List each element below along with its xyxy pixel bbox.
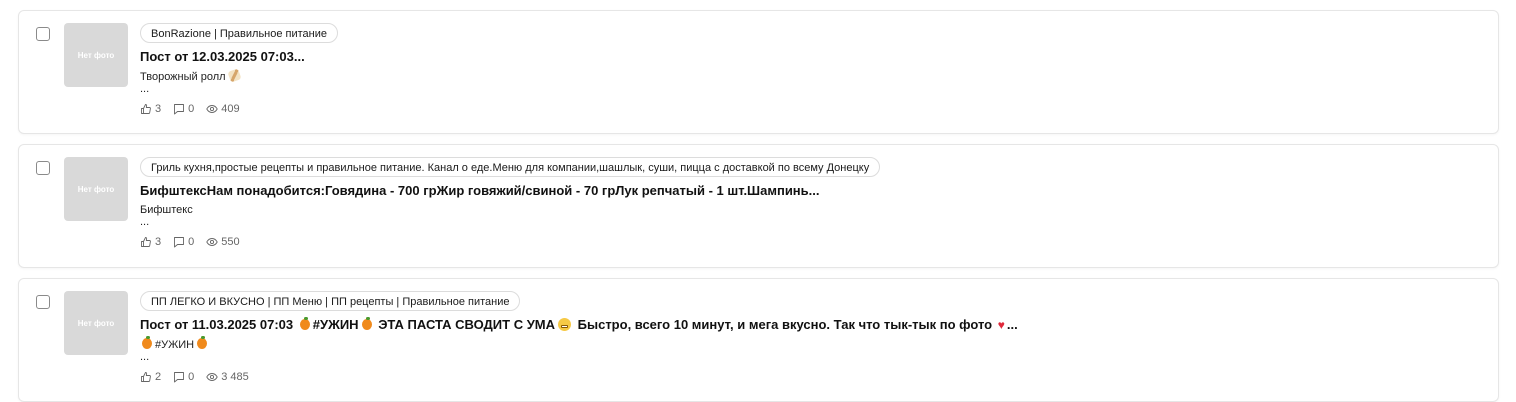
heart-emoji-icon: ♥ — [997, 318, 1005, 332]
eye-icon — [206, 105, 218, 113]
no-photo-label: Нет фото — [77, 50, 115, 60]
title-part: #УЖИН — [312, 317, 359, 332]
no-photo-label: Нет фото — [77, 184, 115, 194]
grinning-face-emoji-icon — [558, 318, 572, 331]
tangerine-emoji-icon — [142, 336, 152, 349]
excerpt-text: #УЖИН — [155, 339, 195, 351]
views-stat: 550 — [206, 236, 240, 248]
post-content: BonRazione | Правильное питание Пост от … — [140, 23, 1486, 116]
channel-badge[interactable]: BonRazione | Правильное питание — [140, 23, 339, 43]
likes-stat: 3 — [140, 236, 161, 248]
views-count: 3 485 — [221, 371, 249, 383]
thumbs-up-icon — [141, 372, 151, 382]
comments-count: 0 — [188, 371, 195, 383]
post-stats: 3 0 409 — [140, 102, 1486, 116]
tangerine-emoji-icon — [197, 336, 208, 349]
likes-count: 3 — [155, 103, 162, 115]
post-thumbnail: Нет фото — [64, 23, 128, 87]
comment-icon — [174, 237, 185, 248]
views-count: 409 — [221, 103, 240, 115]
select-checkbox[interactable] — [36, 295, 50, 309]
title-part: Быстро, всего 10 минут, и мега вкусно. Т… — [577, 317, 993, 332]
post-title[interactable]: Пост от 12.03.2025 07:03... — [140, 48, 1486, 66]
select-checkbox[interactable] — [36, 27, 50, 41]
comments-stat: 0 — [173, 236, 194, 248]
post-content: ПП ЛЕГКО И ВКУСНО | ПП Меню | ПП рецепты… — [140, 291, 1486, 384]
channel-badge[interactable]: Гриль кухня,простые рецепты и правильное… — [140, 157, 881, 177]
tangerine-emoji-icon — [361, 317, 372, 330]
comment-icon — [174, 104, 185, 115]
likes-count: 3 — [155, 236, 162, 248]
title-part: ... — [1006, 317, 1018, 332]
roll-emoji-icon — [227, 68, 242, 83]
select-checkbox[interactable] — [36, 161, 50, 175]
thumbs-up-icon — [141, 104, 151, 114]
post-card[interactable]: Нет фото Гриль кухня,простые рецепты и п… — [18, 144, 1499, 268]
excerpt-ellipsis: ... — [140, 351, 150, 363]
comment-icon — [174, 372, 185, 383]
thumbs-up-icon — [141, 237, 151, 247]
eye-icon — [206, 373, 218, 381]
views-count: 550 — [221, 236, 240, 248]
post-card[interactable]: Нет фото BonRazione | Правильное питание… — [18, 10, 1499, 134]
tangerine-emoji-icon — [299, 317, 310, 330]
post-title[interactable]: БифштексНам понадобится:Говядина - 700 г… — [140, 182, 1486, 200]
likes-stat: 2 — [140, 371, 161, 383]
post-card[interactable]: Нет фото ПП ЛЕГКО И ВКУСНО | ПП Меню | П… — [18, 278, 1499, 402]
no-photo-label: Нет фото — [77, 318, 115, 328]
post-thumbnail: Нет фото — [64, 291, 128, 355]
excerpt-text: Творожный ролл — [140, 71, 226, 83]
post-thumbnail: Нет фото — [64, 157, 128, 221]
post-stats: 2 0 3 485 — [140, 370, 1486, 384]
comments-stat: 0 — [173, 371, 194, 383]
comments-stat: 0 — [173, 103, 194, 115]
post-content: Гриль кухня,простые рецепты и правильное… — [140, 157, 1486, 249]
excerpt-ellipsis: ... — [140, 216, 150, 228]
post-excerpt: #УЖИН — [140, 336, 1486, 352]
title-part: Пост от 11.03.2025 07:03 — [140, 317, 294, 332]
post-stats: 3 0 550 — [140, 235, 1486, 249]
comments-count: 0 — [188, 236, 195, 248]
eye-icon — [206, 238, 218, 246]
likes-stat: 3 — [140, 103, 161, 115]
views-stat: 3 485 — [206, 371, 249, 383]
views-stat: 409 — [206, 103, 240, 115]
likes-count: 2 — [155, 371, 162, 383]
title-part: ЭТА ПАСТА СВОДИТ С УМА — [378, 317, 556, 332]
post-excerpt: Творожный ролл — [140, 68, 1486, 84]
comments-count: 0 — [188, 103, 195, 115]
excerpt-ellipsis: ... — [140, 83, 150, 95]
post-excerpt: Бифштекс — [140, 204, 193, 216]
post-title[interactable]: Пост от 11.03.2025 07:03 #УЖИН ЭТА ПАСТА… — [140, 316, 1486, 334]
channel-badge[interactable]: ПП ЛЕГКО И ВКУСНО | ПП Меню | ПП рецепты… — [140, 291, 521, 311]
